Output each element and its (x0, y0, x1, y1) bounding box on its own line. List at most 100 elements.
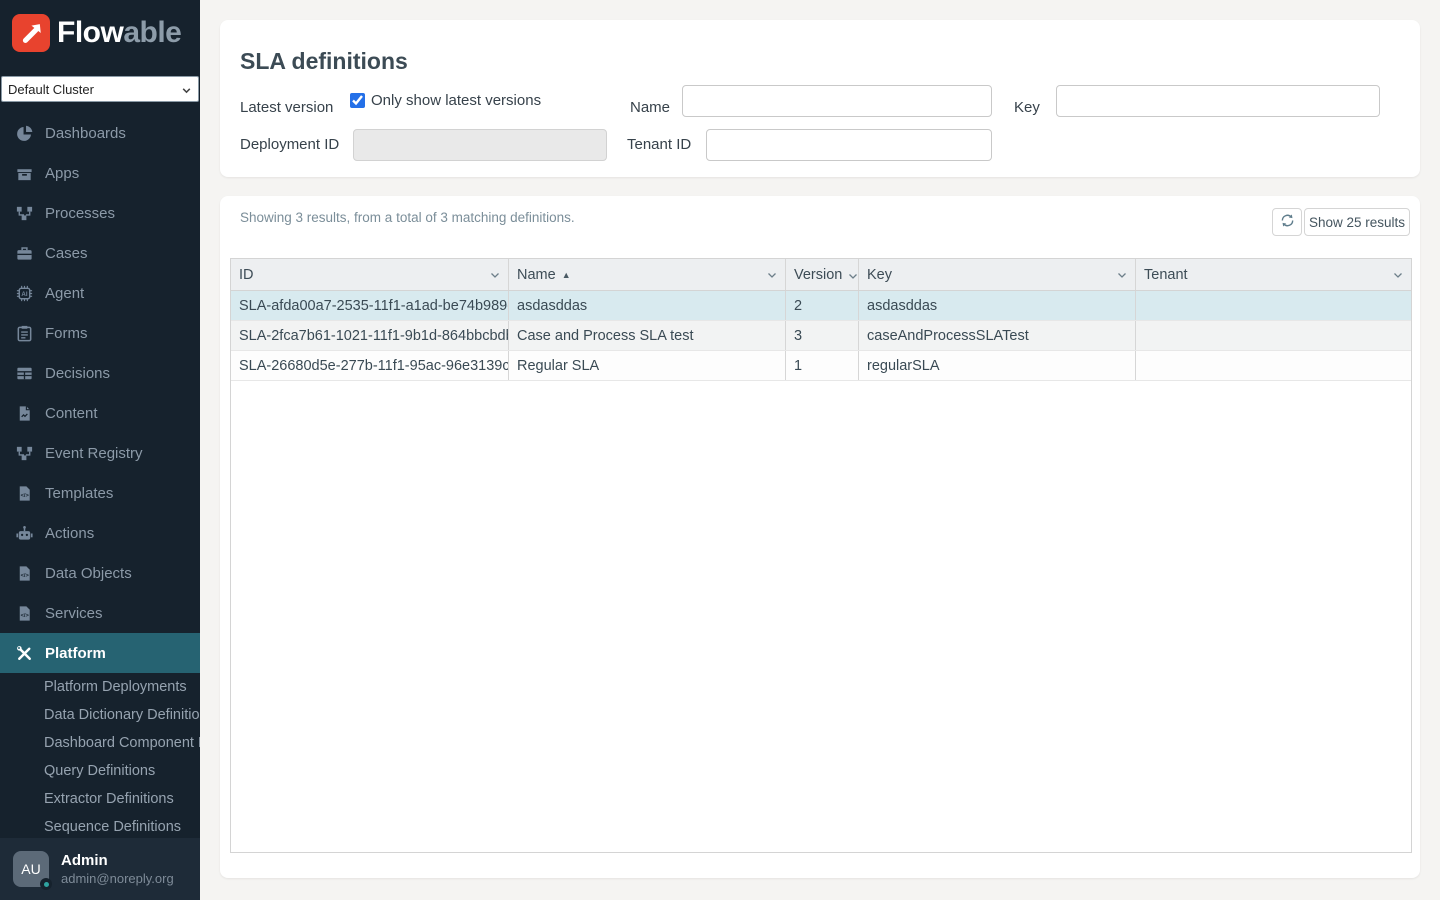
cell-key: regularSLA (859, 351, 1136, 380)
cell-id: SLA-26680d5e-277b-11f1-95ac-96e3139c1... (231, 351, 509, 380)
tenant-id-input[interactable] (706, 129, 992, 161)
grid-table-icon (14, 363, 34, 383)
sidebar-item-label: Forms (45, 325, 88, 342)
sitemap-icon (14, 443, 34, 463)
sidebar-item-content[interactable]: Content (0, 393, 200, 433)
sidebar-item-label: Agent (45, 285, 84, 302)
sidebar-nav: Dashboards Apps Processes Cases AI Agent… (0, 113, 200, 673)
sidebar-item-services[interactable]: </> Services (0, 593, 200, 633)
sidebar-item-templates[interactable]: </> Templates (0, 473, 200, 513)
sidebar-item-label: Apps (45, 165, 79, 182)
subnav-item-sequence-definitions[interactable]: Sequence Definitions (0, 813, 200, 841)
sidebar-item-event-registry[interactable]: Event Registry (0, 433, 200, 473)
sort-asc-icon: ▲ (562, 270, 571, 280)
name-label: Name (630, 92, 670, 124)
tenant-id-label: Tenant ID (627, 129, 691, 161)
column-header-name[interactable]: Name▲ (509, 259, 786, 290)
user-panel[interactable]: AU Admin admin@noreply.org (0, 838, 200, 900)
refresh-button[interactable] (1272, 208, 1302, 236)
table-row[interactable]: SLA-26680d5e-277b-11f1-95ac-96e3139c1...… (231, 351, 1411, 381)
robot-icon (14, 523, 34, 543)
flowable-logo: Flowable (12, 14, 181, 52)
cell-tenant (1136, 351, 1411, 380)
subnav-item-platform-deployments[interactable]: Platform Deployments (0, 673, 200, 701)
sidebar-item-dashboards[interactable]: Dashboards (0, 113, 200, 153)
sidebar-item-apps[interactable]: Apps (0, 153, 200, 193)
cell-key: caseAndProcessSLATest (859, 321, 1136, 350)
deployment-id-label: Deployment ID (240, 129, 339, 161)
cell-tenant (1136, 321, 1411, 350)
latest-version-checkbox[interactable] (350, 93, 365, 108)
sidebar-item-label: Data Objects (45, 565, 132, 582)
table-header-row: ID Name▲ Version. Key Tenant (231, 259, 1411, 291)
sidebar-item-decisions[interactable]: Decisions (0, 353, 200, 393)
key-input[interactable] (1056, 85, 1380, 117)
sidebar-item-agent[interactable]: AI Agent (0, 273, 200, 313)
table-body: SLA-afda00a7-2535-11f1-a1ad-be74b989e...… (231, 291, 1411, 381)
clipboard-icon (14, 323, 34, 343)
key-label: Key (1014, 92, 1040, 124)
latest-version-label: Latest version (240, 92, 333, 124)
show-results-button[interactable]: Show 25 results (1304, 208, 1410, 236)
results-card: Showing 3 results, from a total of 3 mat… (220, 196, 1420, 878)
table-row[interactable]: SLA-2fca7b61-1021-11f1-9b1d-864bbcbdb...… (231, 321, 1411, 351)
cell-version: 2 (786, 291, 859, 320)
flowable-logo-text: Flowable (57, 16, 181, 50)
status-dot (40, 878, 52, 890)
chevron-down-icon[interactable] (490, 267, 500, 283)
subnav-item-data-dictionary-definitions[interactable]: Data Dictionary Definitions (0, 701, 200, 729)
user-name: Admin (61, 851, 174, 870)
chevron-down-icon[interactable] (767, 267, 777, 283)
cell-key: asdasddas (859, 291, 1136, 320)
user-email: admin@noreply.org (61, 870, 174, 887)
subnav-item-dashboard-component-definitions[interactable]: Dashboard Component Definitions (0, 729, 200, 757)
cell-version: 3 (786, 321, 859, 350)
svg-text:</>: </> (20, 573, 29, 579)
subnav-item-query-definitions[interactable]: Query Definitions (0, 757, 200, 785)
sitemap-icon (14, 203, 34, 223)
chevron-down-icon[interactable] (1117, 267, 1127, 283)
tools-icon (14, 643, 34, 663)
box-icon (14, 163, 34, 183)
sidebar-item-label: Cases (45, 245, 88, 262)
sidebar-item-actions[interactable]: Actions (0, 513, 200, 553)
column-header-id[interactable]: ID (231, 259, 509, 290)
results-summary: Showing 3 results, from a total of 3 mat… (240, 210, 575, 225)
sidebar-item-label: Event Registry (45, 445, 143, 462)
table-row[interactable]: SLA-afda00a7-2535-11f1-a1ad-be74b989e...… (231, 291, 1411, 321)
latest-version-checkbox-label[interactable]: Only show latest versions (371, 92, 541, 109)
cell-id: SLA-2fca7b61-1021-11f1-9b1d-864bbcbdb... (231, 321, 509, 350)
sla-definitions-table: ID Name▲ Version. Key Tenant SLA-afda00a… (230, 258, 1412, 853)
briefcase-icon (14, 243, 34, 263)
filters-card: SLA definitions Latest version Only show… (220, 20, 1420, 177)
name-input[interactable] (682, 85, 992, 117)
sidebar-item-label: Actions (45, 525, 94, 542)
svg-text:</>: </> (20, 613, 29, 619)
subnav-item-extractor-definitions[interactable]: Extractor Definitions (0, 785, 200, 813)
file-code-icon: </> (14, 603, 34, 623)
deployment-id-input (353, 129, 607, 161)
sidebar-item-forms[interactable]: Forms (0, 313, 200, 353)
column-header-key[interactable]: Key (859, 259, 1136, 290)
column-header-version[interactable]: Version. (786, 259, 859, 290)
sidebar: Flowable Default Cluster Dashboards Apps… (0, 0, 200, 900)
sidebar-item-label: Templates (45, 485, 113, 502)
sidebar-item-processes[interactable]: Processes (0, 193, 200, 233)
column-header-tenant[interactable]: Tenant (1136, 259, 1411, 290)
sidebar-item-label: Services (45, 605, 103, 622)
cell-tenant (1136, 291, 1411, 320)
cluster-select[interactable]: Default Cluster (1, 76, 199, 102)
cell-name: Regular SLA (509, 351, 786, 380)
sidebar-item-data-objects[interactable]: </> Data Objects (0, 553, 200, 593)
cell-name: asdasddas (509, 291, 786, 320)
file-code-icon: </> (14, 563, 34, 583)
sidebar-item-platform[interactable]: Platform (0, 633, 200, 673)
document-icon (14, 403, 34, 423)
latest-version-checkbox-row: Only show latest versions (350, 92, 541, 109)
ai-chip-icon: AI (14, 283, 34, 303)
cell-id: SLA-afda00a7-2535-11f1-a1ad-be74b989e... (231, 291, 509, 320)
platform-subnav: Platform Deployments Data Dictionary Def… (0, 673, 200, 841)
sidebar-item-label: Platform (45, 645, 106, 662)
sidebar-item-cases[interactable]: Cases (0, 233, 200, 273)
chevron-down-icon[interactable] (1393, 267, 1403, 283)
